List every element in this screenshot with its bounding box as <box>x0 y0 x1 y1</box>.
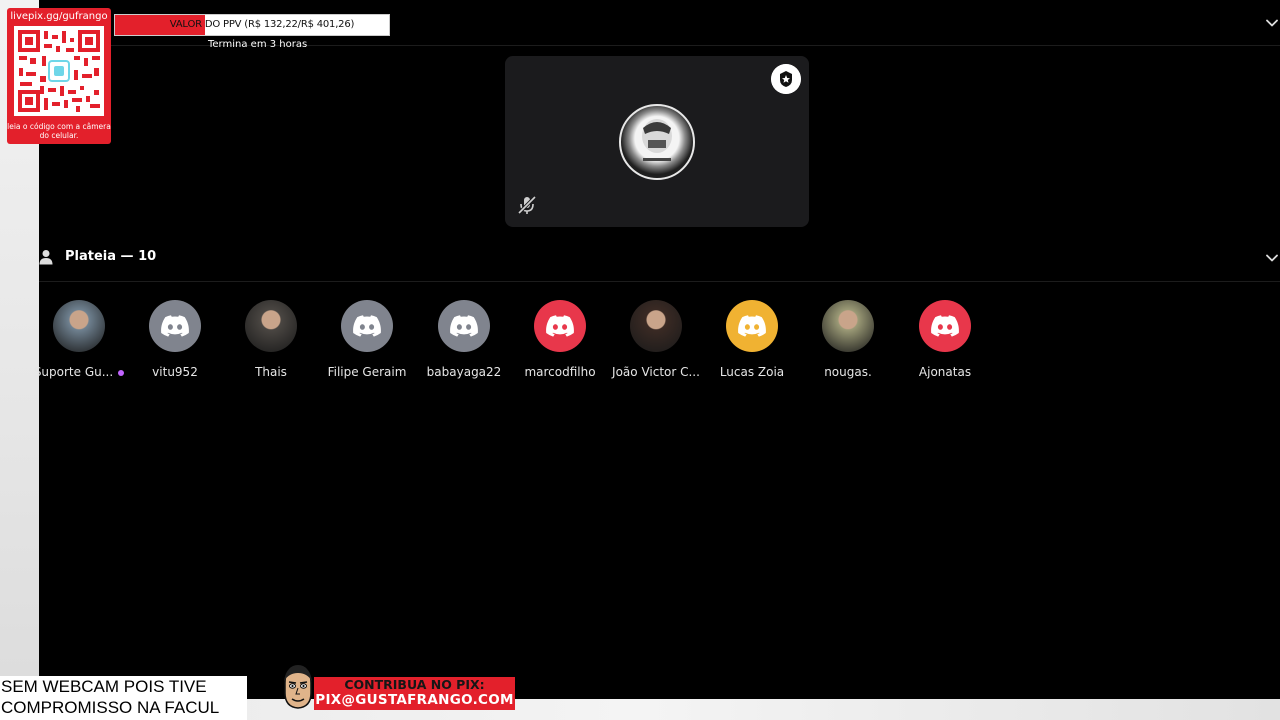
audience-member[interactable]: Suporte Gu... <box>33 300 125 379</box>
nitro-boost-icon <box>118 369 125 376</box>
mic-muted-icon <box>517 195 537 215</box>
audience-title: Plateia — 10 <box>65 249 157 264</box>
webcam-note-line: SEM WEBCAM POIS TIVE <box>1 677 207 696</box>
webcam-note: SEM WEBCAM POIS TIVE COMPROMISSO NA FACU… <box>0 676 247 720</box>
avatar <box>822 300 874 352</box>
audience-member-name: marcodfilho <box>524 365 596 379</box>
ppv-progress-bar: VALOR DO PPV (R$ 132,22/R$ 401,26) <box>114 14 390 36</box>
audience-member-name: Ajonatas <box>918 365 972 379</box>
audience-member[interactable]: babayaga22 <box>418 300 510 379</box>
livepix-qr-card: livepix.gg/gufrango leia o código com a … <box>7 8 111 144</box>
audience-member-name: Lucas Zoia <box>719 365 785 379</box>
audience-member-name: Suporte Gu... <box>33 365 125 379</box>
audience-member[interactable]: João Victor C... <box>610 300 702 379</box>
user-icon <box>39 250 53 265</box>
moderator-badge-icon <box>771 64 801 94</box>
ppv-ends-text: Termina em 3 horas <box>208 39 308 50</box>
audience-member-name: Thais <box>255 365 287 379</box>
audience-member[interactable]: Thais <box>225 300 317 379</box>
avatar <box>53 300 105 352</box>
audience-member-name: vitu952 <box>152 365 198 379</box>
pix-key: PIX@GUSTAFRANGO.COM <box>315 692 514 708</box>
audience-member-name: João Victor C... <box>612 365 700 379</box>
discord-avatar-icon <box>149 300 201 352</box>
qr-url: livepix.gg/gufrango <box>10 11 108 22</box>
pix-label: CONTRIBUA NO PIX: <box>344 677 485 692</box>
section-divider <box>39 281 1280 282</box>
audience-member-name: Filipe Geraim <box>327 365 407 379</box>
speaker-avatar <box>619 104 695 180</box>
ppv-label: VALOR DO PPV (R$ 132,22/R$ 401,26) <box>169 19 355 30</box>
audience-member[interactable]: Filipe Geraim <box>321 300 413 379</box>
audience-member[interactable]: vitu952 <box>129 300 221 379</box>
discord-avatar-icon <box>726 300 778 352</box>
avatar <box>630 300 682 352</box>
audience-member[interactable]: nougas. <box>802 300 894 379</box>
chevron-down-icon[interactable] <box>1265 16 1279 30</box>
discord-avatar-icon <box>341 300 393 352</box>
qr-caption: leia o código com a câmera do celular. <box>7 122 111 140</box>
discord-avatar-icon <box>919 300 971 352</box>
mascot-face-icon <box>284 665 312 709</box>
audience-member-name: babayaga22 <box>426 365 502 379</box>
audience-member[interactable]: Ajonatas <box>899 300 991 379</box>
webcam-note-line: COMPROMISSO NA FACUL <box>1 698 220 717</box>
audience-member[interactable]: Lucas Zoia <box>706 300 798 379</box>
avatar <box>245 300 297 352</box>
discord-avatar-icon <box>438 300 490 352</box>
audience-member-name: nougas. <box>824 365 872 379</box>
chevron-down-icon[interactable] <box>1265 251 1279 265</box>
pix-banner: CONTRIBUA NO PIX: PIX@GUSTAFRANGO.COM <box>314 677 515 710</box>
speaker-tile[interactable] <box>505 56 809 227</box>
qr-code-icon <box>14 26 104 116</box>
discord-avatar-icon <box>534 300 586 352</box>
audience-member[interactable]: marcodfilho <box>514 300 606 379</box>
